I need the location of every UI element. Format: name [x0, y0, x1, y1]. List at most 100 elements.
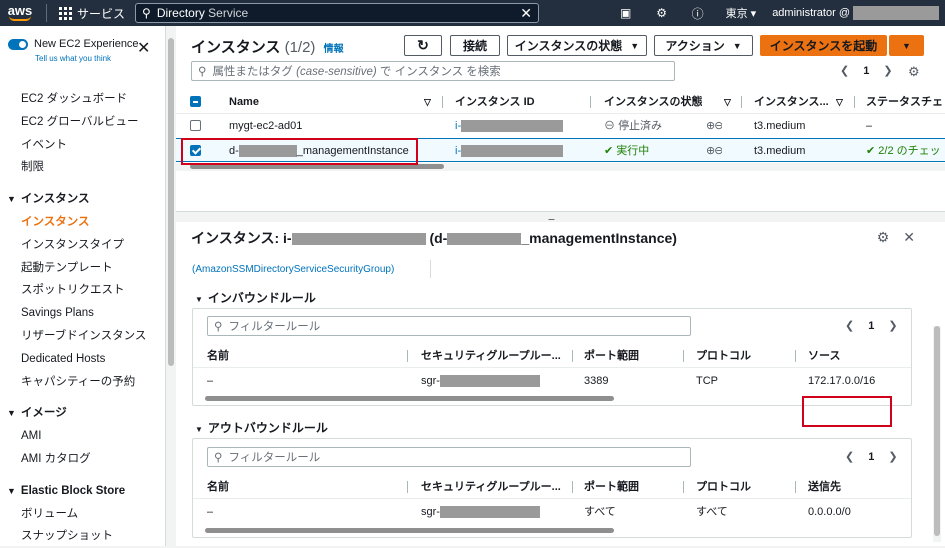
- sidebar-item-savings-plans[interactable]: Savings Plans: [0, 302, 166, 325]
- outbound-filter-input[interactable]: ⚲ フィルタールール: [207, 447, 691, 467]
- column-status-check[interactable]: ステータスチェ: [866, 90, 943, 114]
- column-rule-id[interactable]: セキュリティグループルー...: [421, 475, 561, 499]
- column-protocol[interactable]: プロトコル: [696, 344, 751, 368]
- next-page-icon[interactable]: ❯: [888, 450, 897, 463]
- current-page[interactable]: 1: [868, 451, 874, 463]
- security-group-link[interactable]: (AmazonSSMDirectoryServiceSecurityGroup): [192, 264, 394, 275]
- next-page-icon[interactable]: ❯: [888, 319, 897, 332]
- outbound-rules-heading[interactable]: ▼ アウトバウンドルール: [195, 419, 328, 436]
- refresh-button[interactable]: ↻: [404, 35, 442, 56]
- detail-vertical-scrollbar[interactable]: [933, 326, 941, 542]
- rule-name: –: [207, 375, 214, 387]
- column-name[interactable]: Name: [229, 90, 259, 114]
- sidebar-nav: EC2 ダッシュボード EC2 グローバルビュー イベント 制限 ▼ インスタンス…: [0, 88, 166, 548]
- new-experience-toggle[interactable]: [8, 38, 28, 50]
- column-port-range[interactable]: ポート範囲: [584, 344, 639, 368]
- sidebar-item-limits[interactable]: 制限: [0, 156, 166, 179]
- table-row[interactable]: mygt-ec2-ad01 i- ⊖ 停止済み ⊕⊖ t3.medium –: [176, 114, 945, 138]
- instances-pagination: ❮ 1 ❯: [840, 64, 893, 78]
- prev-page-icon[interactable]: ❮: [845, 319, 854, 332]
- aws-logo[interactable]: aws: [0, 4, 40, 21]
- column-instance-type[interactable]: インスタンス...: [754, 90, 829, 114]
- close-icon[interactable]: ✕: [903, 229, 915, 246]
- outbound-filter-placeholder: フィルタールール: [228, 452, 321, 464]
- sort-filter-icon[interactable]: ▽: [424, 90, 431, 114]
- sidebar-item-instance-types[interactable]: インスタンスタイプ: [0, 234, 166, 257]
- sidebar-group-instances[interactable]: ▼ インスタンス: [0, 188, 166, 211]
- sidebar-item-dashboard[interactable]: EC2 ダッシュボード: [0, 88, 166, 111]
- sort-filter-icon[interactable]: ▽: [724, 90, 731, 114]
- sidebar: New EC2 Experience Tell us what you thin…: [0, 26, 166, 546]
- sidebar-item-reserved-instances[interactable]: リザーブドインスタンス: [0, 325, 166, 348]
- column-name[interactable]: 名前: [207, 475, 229, 499]
- inbound-rules-heading[interactable]: ▼ インバウンドルール: [195, 289, 316, 306]
- sidebar-item-launch-templates[interactable]: 起動テンプレート: [0, 257, 166, 280]
- inbound-filter-placeholder: フィルタールール: [228, 321, 321, 333]
- prev-page-icon[interactable]: ❮: [845, 450, 854, 463]
- inbound-filter-input[interactable]: ⚲ フィルタールール: [207, 316, 691, 336]
- sidebar-group-images[interactable]: ▼ イメージ: [0, 402, 166, 425]
- help-icon[interactable]: ⓘ: [680, 5, 716, 22]
- select-all-checkbox[interactable]: [190, 96, 201, 107]
- current-page[interactable]: 1: [863, 65, 869, 77]
- sidebar-item-snapshots[interactable]: スナップショット: [0, 525, 166, 548]
- column-destination[interactable]: 送信先: [808, 475, 841, 499]
- column-name[interactable]: 名前: [207, 344, 229, 368]
- inbound-rules-box: ⚲ フィルタールール ❮ 1 ❯ 名前 セキュリティグループルー... ポート範囲 プ…: [192, 308, 912, 406]
- caret-down-icon: ▼: [902, 40, 911, 51]
- sidebar-group-ebs[interactable]: ▼ Elastic Block Store: [0, 480, 166, 503]
- services-menu[interactable]: サービス: [53, 5, 131, 22]
- prev-page-icon[interactable]: ❮: [840, 64, 849, 77]
- clear-search-icon[interactable]: ✕: [520, 5, 532, 22]
- sidebar-scrollbar[interactable]: [167, 26, 175, 546]
- rule-protocol: すべて: [696, 506, 728, 518]
- next-page-icon[interactable]: ❯: [883, 64, 892, 77]
- account-menu[interactable]: administrator @: [766, 6, 945, 20]
- instance-id-link[interactable]: i-: [455, 139, 564, 163]
- sidebar-item-global-view[interactable]: EC2 グローバルビュー: [0, 111, 166, 134]
- column-rule-id[interactable]: セキュリティグループルー...: [421, 344, 561, 368]
- actions-button[interactable]: アクション ▼: [654, 35, 753, 56]
- close-sidebar-icon[interactable]: ✕: [137, 38, 150, 58]
- sort-filter-icon[interactable]: ▽: [836, 90, 843, 114]
- table-settings-gear-icon[interactable]: ⚙: [908, 64, 920, 80]
- sidebar-item-ami-catalog[interactable]: AMI カタログ: [0, 448, 166, 471]
- instance-search-input[interactable]: ⚲ 属性またはタグ (case-sensitive) で インスタンス を検索: [191, 61, 675, 81]
- instance-type: t3.medium: [754, 145, 806, 157]
- region-selector[interactable]: 東京 ▾: [716, 5, 767, 21]
- column-port-range[interactable]: ポート範囲: [584, 475, 639, 499]
- sidebar-item-dedicated-hosts[interactable]: Dedicated Hosts: [0, 348, 166, 371]
- stopped-icon: ⊖: [604, 120, 615, 132]
- feedback-link[interactable]: Tell us what you think: [35, 54, 111, 63]
- sidebar-item-ami[interactable]: AMI: [0, 425, 166, 448]
- column-protocol[interactable]: プロトコル: [696, 475, 751, 499]
- instance-state-button[interactable]: インスタンスの状態 ▼: [507, 35, 647, 56]
- zoom-icons[interactable]: ⊕⊖: [706, 139, 722, 163]
- launch-dropdown-button[interactable]: ▼: [889, 35, 924, 56]
- instance-id-link[interactable]: i-: [455, 114, 564, 138]
- new-experience-toggle-row[interactable]: New EC2 Experience: [8, 38, 139, 50]
- running-icon: ✔: [604, 145, 614, 157]
- sidebar-group-label: イメージ: [20, 407, 67, 420]
- current-page[interactable]: 1: [868, 320, 874, 332]
- outbound-horizontal-scrollbar[interactable]: [193, 527, 911, 535]
- connect-button[interactable]: 接続: [450, 35, 500, 56]
- row-checkbox[interactable]: [190, 120, 201, 131]
- info-link[interactable]: 情報: [324, 44, 344, 55]
- sidebar-item-volumes[interactable]: ボリューム: [0, 503, 166, 526]
- column-source[interactable]: ソース: [808, 344, 840, 368]
- column-instance-state[interactable]: インスタンスの状態: [604, 90, 703, 114]
- cloudshell-icon[interactable]: ▣: [608, 6, 644, 20]
- sidebar-item-instances[interactable]: インスタンス: [0, 211, 166, 234]
- global-search-input[interactable]: ⚲ Directory Service ✕: [135, 3, 540, 23]
- column-instance-id[interactable]: インスタンス ID: [455, 90, 535, 114]
- launch-instances-button[interactable]: インスタンスを起動: [760, 35, 887, 56]
- zoom-icons[interactable]: ⊕⊖: [706, 114, 722, 138]
- inbound-pagination: ❮ 1 ❯: [845, 319, 898, 333]
- sidebar-item-capacity-reservations[interactable]: キャパシティーの予約: [0, 371, 166, 394]
- sidebar-item-spot-requests[interactable]: スポットリクエスト: [0, 279, 166, 302]
- notifications-bell-icon[interactable]: ⚙: [644, 6, 680, 20]
- filter-case: (case-sensitive): [296, 66, 377, 78]
- sidebar-item-events[interactable]: イベント: [0, 134, 166, 157]
- settings-gear-icon[interactable]: ⚙: [877, 229, 890, 246]
